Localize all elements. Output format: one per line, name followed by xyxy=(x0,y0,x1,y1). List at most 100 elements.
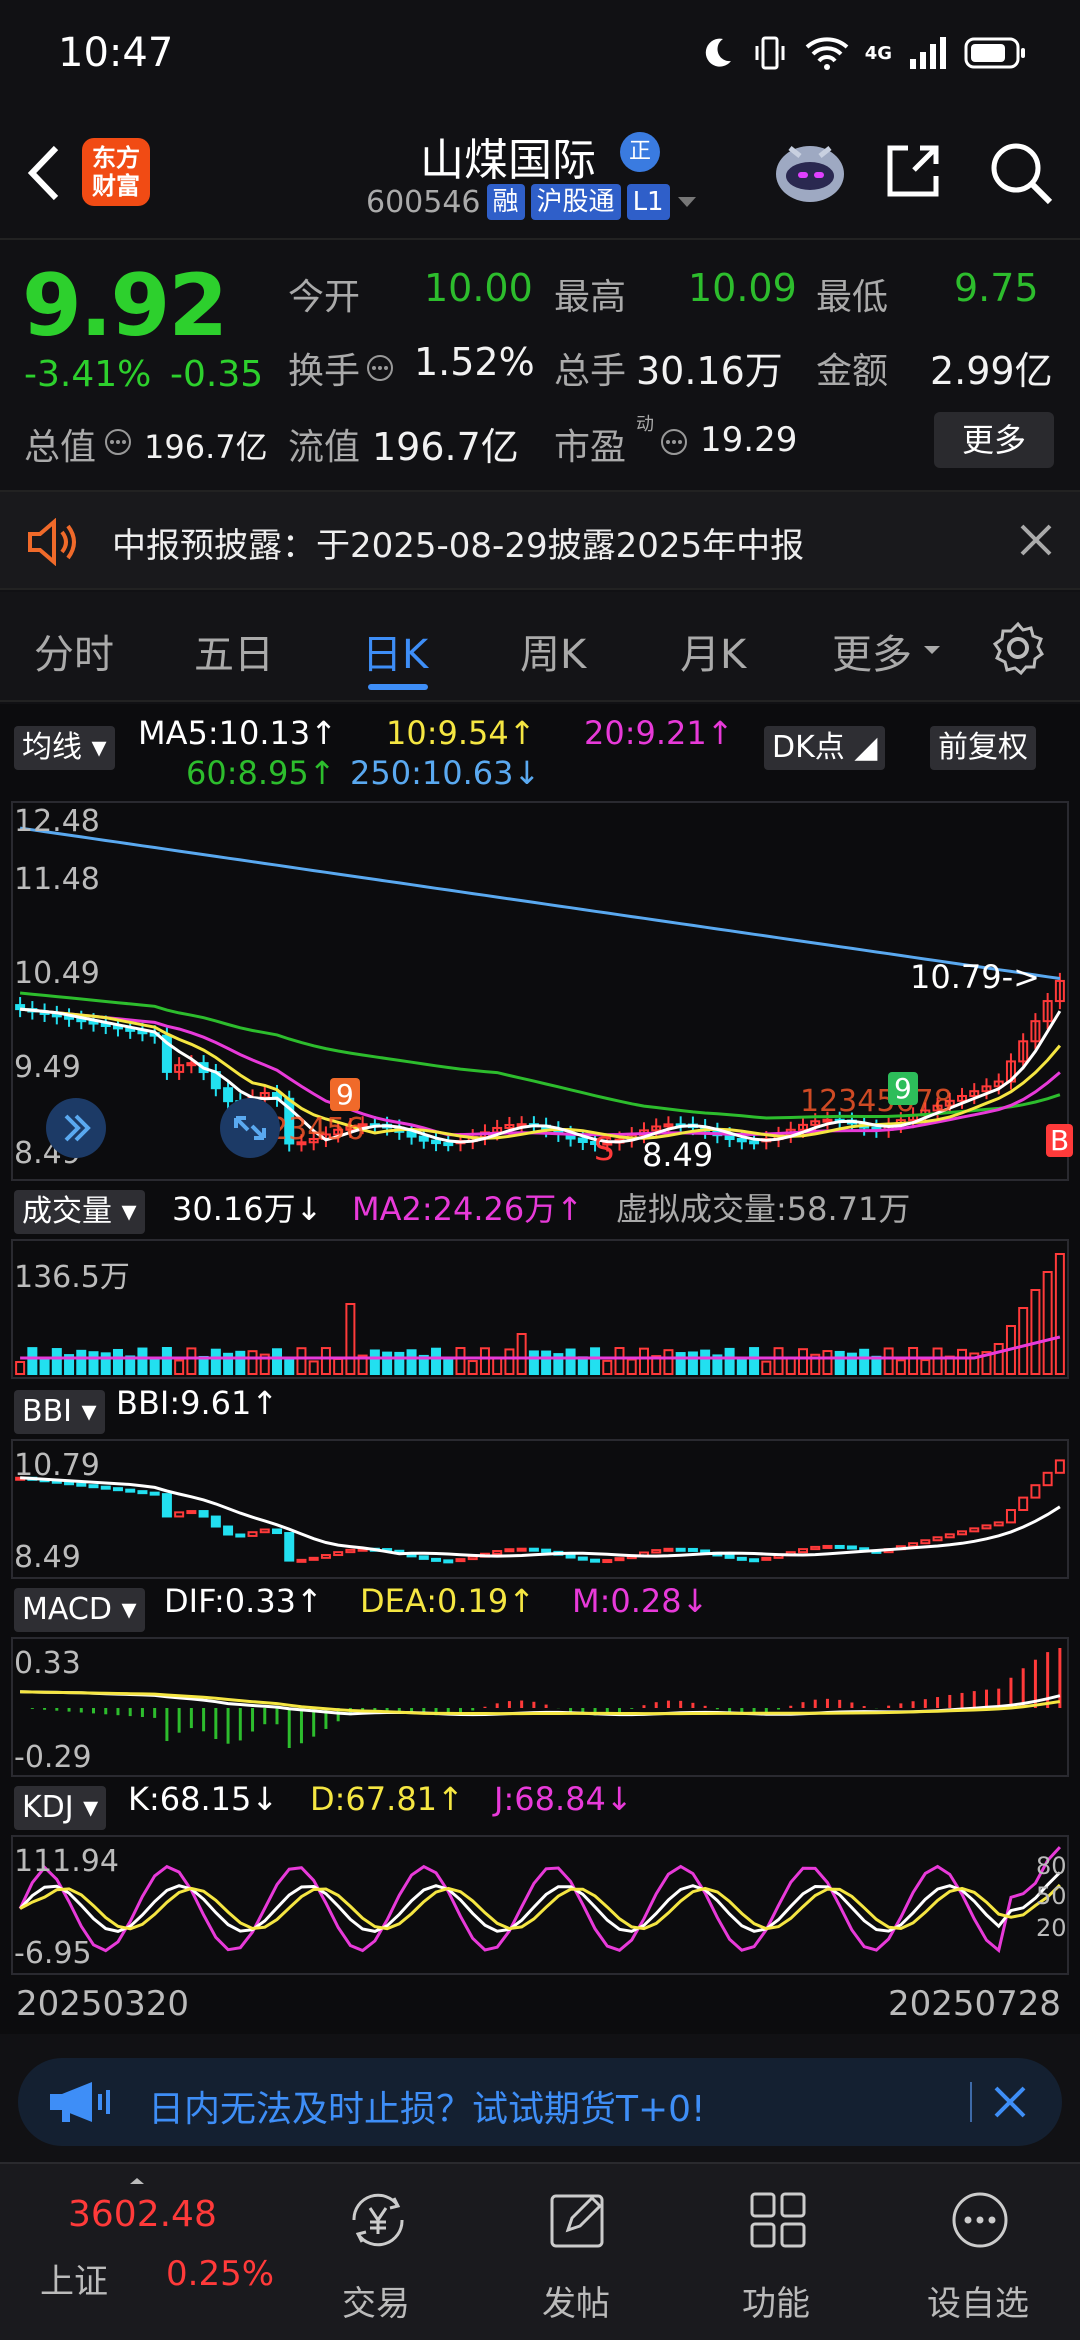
signal-icon xyxy=(910,37,946,69)
y-tick: 9.49 xyxy=(14,1050,81,1085)
volume-bar xyxy=(1042,1271,1053,1375)
bbi-candle xyxy=(761,1556,772,1561)
stock-code: 600546 xyxy=(366,184,481,220)
index-name: 上证 xyxy=(40,2262,108,2302)
macd-m-label: M:0.28↓ xyxy=(572,1582,709,1620)
bbi-candle xyxy=(590,1558,601,1563)
info-icon[interactable] xyxy=(660,428,688,456)
bbi-candle xyxy=(308,1556,319,1561)
info-icon[interactable] xyxy=(366,354,394,382)
robot-assistant-icon[interactable] xyxy=(770,134,850,206)
candle-body xyxy=(822,1118,833,1123)
tab-monthly-k[interactable]: 月K xyxy=(680,622,746,680)
volume-bar xyxy=(577,1356,588,1375)
amount-value: 2.99亿 xyxy=(930,349,1053,393)
tab-five-day[interactable]: 五日 xyxy=(194,622,274,680)
bbi-candle xyxy=(443,1559,454,1564)
macd-y-bottom: -0.29 xyxy=(14,1740,92,1775)
index-ticker[interactable]: 3602.48 上证 0.25% xyxy=(40,2174,274,2324)
volume-bar xyxy=(883,1347,894,1375)
volume-panel[interactable] xyxy=(0,1238,1080,1380)
y-tick: 11.48 xyxy=(14,862,100,897)
tab-weekly-k[interactable]: 周K xyxy=(520,622,586,680)
margin-tag: 融 xyxy=(486,184,525,220)
back-arrow-icon[interactable] xyxy=(22,140,66,206)
volume-bar xyxy=(675,1352,686,1375)
low-marker: 8.49 xyxy=(642,1136,714,1174)
volume-bar xyxy=(382,1351,393,1375)
volume-bar xyxy=(455,1347,466,1375)
macd-dropdown[interactable]: MACD ▾ xyxy=(14,1588,145,1632)
quote-panel: 9.92 -3.41% -0.35 今开 10.00 最高 10.09 最低 9… xyxy=(0,242,1080,488)
info-icon[interactable] xyxy=(104,428,132,456)
notice-bar[interactable]: 中报预披露：于2025-08-29披露2025年中报 xyxy=(0,490,1080,590)
index-value: 3602.48 xyxy=(68,2194,217,2235)
volume-bar xyxy=(1054,1253,1065,1375)
kline-chart-area[interactable]: 均线 ▾ MA5:10.13↑ 10:9.54↑ 20:9.21↑ 60:8.9… xyxy=(0,704,1080,2034)
bbi-candle xyxy=(76,1482,87,1487)
change-percent: -3.41% xyxy=(24,354,152,395)
volume-bar xyxy=(137,1347,148,1375)
stock-name: 山煤国际 xyxy=(420,135,596,186)
pe-label: 市盈 xyxy=(554,427,627,468)
bbi-candle xyxy=(492,1550,503,1555)
network-label: 4G xyxy=(864,42,892,64)
edit-post-icon xyxy=(550,2194,604,2248)
panel-frame xyxy=(11,1637,1069,1777)
vibrate-icon xyxy=(755,36,785,70)
stock-code-line[interactable]: 600546 融 沪股通 L1 xyxy=(366,184,698,220)
more-dots-icon xyxy=(952,2192,1008,2248)
bbi-candle xyxy=(516,1547,527,1552)
close-icon[interactable] xyxy=(1018,522,1054,558)
bbi-dropdown[interactable]: BBI ▾ xyxy=(14,1390,105,1434)
volume-bar xyxy=(161,1347,172,1375)
bbi-candle xyxy=(651,1549,662,1554)
bbi-candle xyxy=(736,1556,747,1561)
high-value: 10.09 xyxy=(688,266,797,310)
ma20-label: 20:9.21↑ xyxy=(584,714,734,752)
close-icon[interactable] xyxy=(992,2084,1028,2120)
bbi-candle xyxy=(675,1547,686,1552)
sequence-count-right: 12345678 xyxy=(800,1084,953,1119)
sell-signal: S xyxy=(594,1130,615,1168)
total-cap-label: 总值 xyxy=(24,427,97,468)
tab-more[interactable]: 更多 xyxy=(832,622,912,680)
volume-bar xyxy=(761,1360,772,1375)
bbi-candle xyxy=(333,1551,344,1557)
volume-bar xyxy=(859,1348,870,1375)
share-icon[interactable] xyxy=(882,140,944,202)
dk-point-button[interactable]: DK点 ◢ xyxy=(764,726,886,770)
grid-apps-icon xyxy=(750,2192,806,2248)
status-time: 10:47 xyxy=(58,30,174,76)
bbi-panel[interactable] xyxy=(0,1438,1080,1580)
tab-intraday[interactable]: 分时 xyxy=(34,622,114,680)
amount-label: 金额 xyxy=(816,351,889,392)
caret-down-icon xyxy=(677,197,696,207)
search-icon[interactable] xyxy=(988,140,1054,206)
candle-body xyxy=(749,1140,760,1145)
volume-bar xyxy=(272,1348,282,1375)
adjust-button[interactable]: 前复权 xyxy=(930,726,1036,770)
pe-sup: 动 xyxy=(636,414,654,435)
bbi-candle xyxy=(198,1510,209,1518)
collapse-icon[interactable] xyxy=(218,1096,282,1160)
volume-bar xyxy=(785,1357,796,1376)
kdj-panel[interactable] xyxy=(0,1834,1080,1976)
kdj-dropdown[interactable]: KDJ ▾ xyxy=(14,1786,107,1830)
ma250-line xyxy=(19,826,1061,980)
macd-panel[interactable] xyxy=(0,1636,1080,1778)
bbi-candle xyxy=(112,1487,123,1492)
volume-bar xyxy=(15,1361,26,1375)
ad-banner[interactable]: 日内无法及时止损？试试期货T+0! xyxy=(18,2058,1062,2146)
bbi-candle xyxy=(467,1555,478,1561)
volume-bar xyxy=(76,1349,87,1376)
expand-left-icon[interactable] xyxy=(44,1096,108,1160)
ma-dropdown[interactable]: 均线 ▾ xyxy=(14,726,115,770)
more-button[interactable]: 更多 xyxy=(934,412,1054,468)
volume-bar xyxy=(492,1356,503,1376)
bbi-candle xyxy=(749,1558,760,1563)
bbi-candle xyxy=(137,1490,148,1495)
volume-dropdown[interactable]: 成交量 ▾ xyxy=(14,1190,145,1234)
tab-daily-k[interactable]: 日K xyxy=(362,622,428,680)
gear-icon[interactable] xyxy=(990,620,1046,676)
